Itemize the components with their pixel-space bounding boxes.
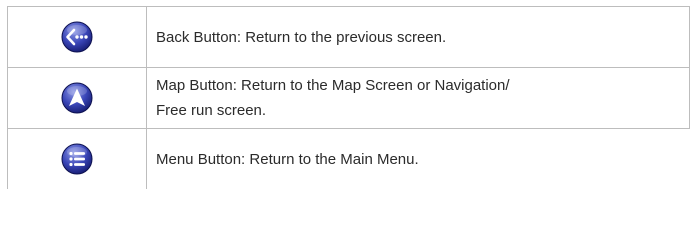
menu-list-icon <box>61 143 93 175</box>
description-cell: Menu Button: Return to the Main Menu. <box>147 129 690 189</box>
map-button-description-line2: Free run screen. <box>156 102 267 119</box>
icon-cell <box>8 129 147 189</box>
back-button-description: Back Button: Return to the previous scre… <box>156 28 447 46</box>
table-row: Back Button: Return to the previous scre… <box>7 6 690 67</box>
description-cell: Map Button: Return to the Map Screen or … <box>147 68 689 128</box>
table-row: Map Button: Return to the Map Screen or … <box>7 67 690 128</box>
description-cell: Back Button: Return to the previous scre… <box>147 7 689 67</box>
icon-cell <box>8 68 147 128</box>
menu-button-description: Menu Button: Return to the Main Menu. <box>156 150 419 168</box>
map-arrow-icon <box>61 82 93 114</box>
map-button-description-line1: Map Button: Return to the Map Screen or … <box>156 77 510 94</box>
button-reference-table: Back Button: Return to the previous scre… <box>7 6 690 189</box>
back-icon <box>61 21 93 53</box>
table-row: Menu Button: Return to the Main Menu. <box>7 128 690 189</box>
icon-cell <box>8 7 147 67</box>
